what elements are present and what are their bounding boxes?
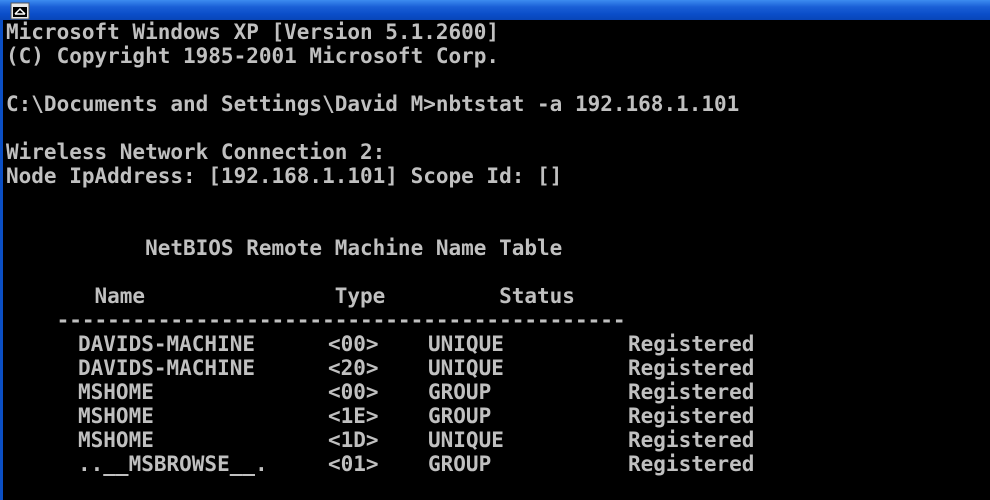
row-status: Registered bbox=[628, 428, 755, 452]
console-line-node-ip: Node IpAddress: [192.168.1.101] Scope Id… bbox=[6, 164, 563, 188]
cmd-icon[interactable] bbox=[10, 2, 30, 20]
row-suffix: <20> bbox=[328, 356, 379, 380]
window-border bbox=[0, 20, 3, 500]
console-output[interactable]: Microsoft Windows XP [Version 5.1.2600] … bbox=[6, 20, 986, 500]
row-suffix: <1E> bbox=[328, 404, 379, 428]
row-status: Registered bbox=[628, 332, 755, 356]
console-line-table-title: NetBIOS Remote Machine Name Table bbox=[6, 236, 563, 260]
row-status: Registered bbox=[628, 356, 755, 380]
row-suffix: <00> bbox=[328, 380, 379, 404]
row-status: Registered bbox=[628, 380, 755, 404]
row-name: MSHOME bbox=[78, 404, 154, 428]
row-name: DAVIDS-MACHINE bbox=[78, 356, 256, 380]
row-type: UNIQUE bbox=[428, 356, 504, 380]
row-name: DAVIDS-MACHINE bbox=[78, 332, 256, 356]
row-suffix: <01> bbox=[328, 452, 379, 476]
row-status: Registered bbox=[628, 452, 755, 476]
row-name: MSHOME bbox=[78, 428, 154, 452]
row-name: MSHOME bbox=[78, 380, 154, 404]
row-type: UNIQUE bbox=[428, 428, 504, 452]
row-suffix: <1D> bbox=[328, 428, 379, 452]
row-type: GROUP bbox=[428, 380, 492, 404]
title-bar[interactable] bbox=[0, 0, 990, 20]
console-line-command: C:\Documents and Settings\David M>nbtsta… bbox=[6, 92, 740, 116]
row-status: Registered bbox=[628, 404, 755, 428]
row-type: UNIQUE bbox=[428, 332, 504, 356]
table-separator: ----------------------------------------… bbox=[6, 308, 626, 332]
command-prompt-window: Microsoft Windows XP [Version 5.1.2600] … bbox=[0, 0, 990, 500]
table-header: Name Type Status bbox=[6, 284, 575, 308]
console-line-adapter: Wireless Network Connection 2: bbox=[6, 140, 386, 164]
row-suffix: <00> bbox=[328, 332, 379, 356]
row-name: ..__MSBROWSE__. bbox=[78, 452, 268, 476]
row-type: GROUP bbox=[428, 452, 492, 476]
row-type: GROUP bbox=[428, 404, 492, 428]
console-line-version: Microsoft Windows XP [Version 5.1.2600] bbox=[6, 20, 500, 44]
console-line-copyright: (C) Copyright 1985-2001 Microsoft Corp. bbox=[6, 44, 500, 68]
